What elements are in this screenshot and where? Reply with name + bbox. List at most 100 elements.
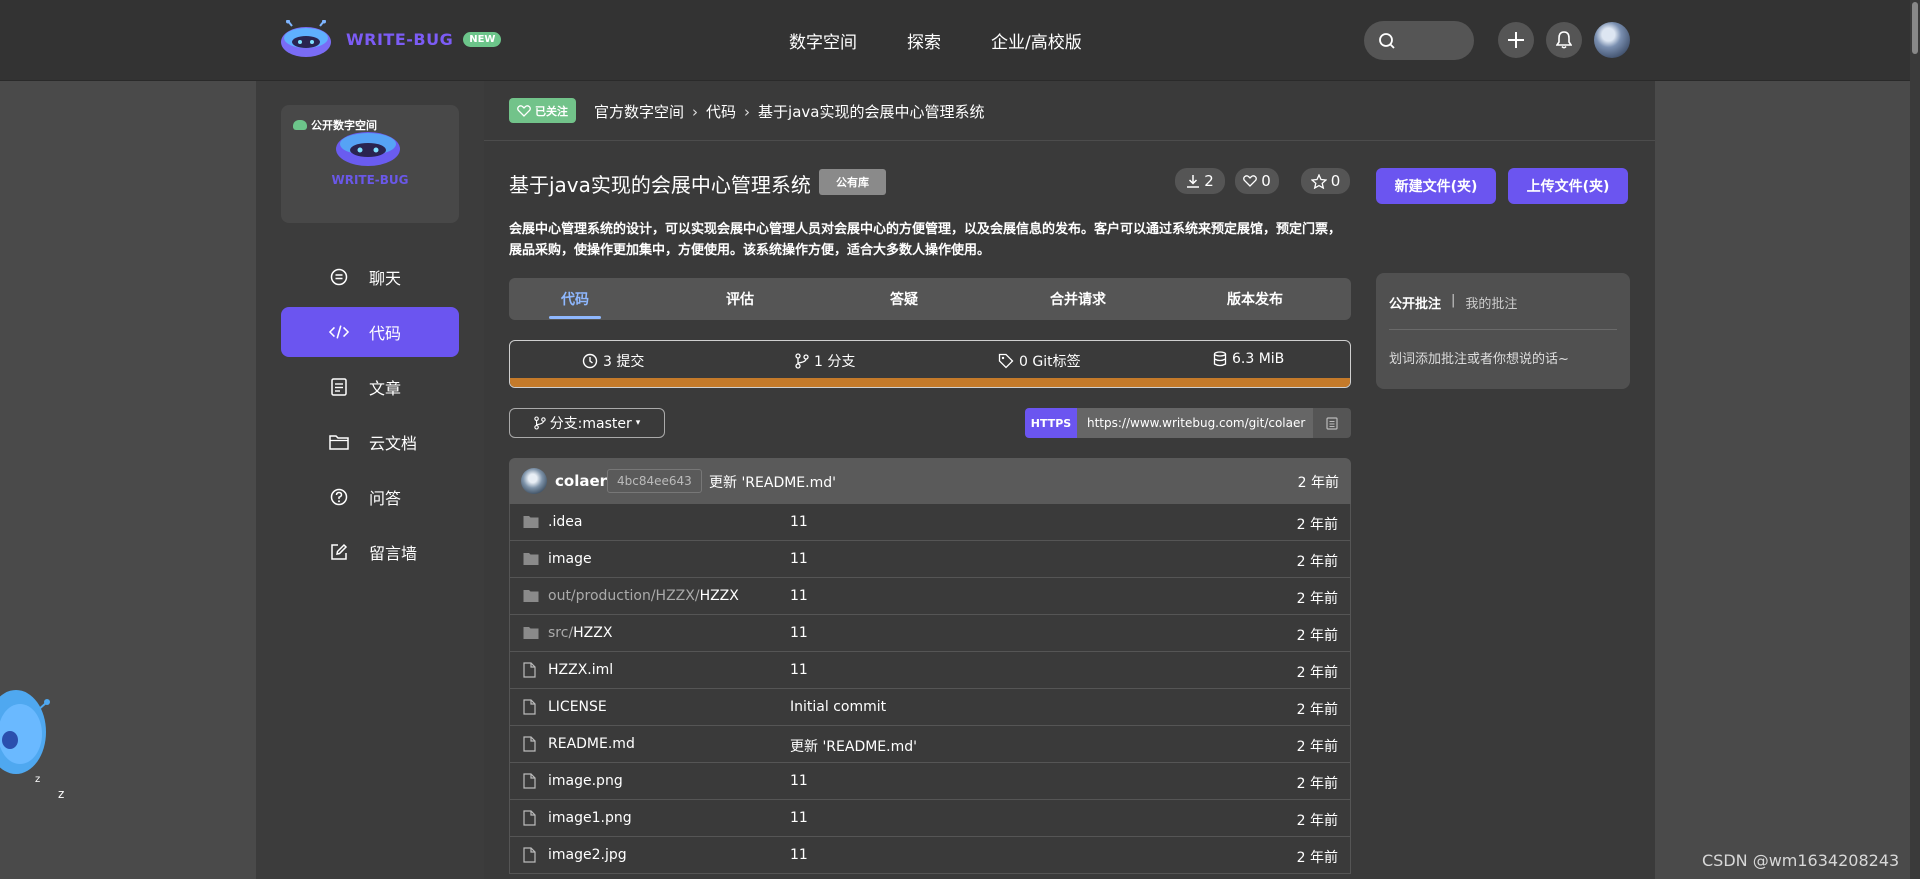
commits-stat[interactable]: 3 提交 [582,351,644,371]
download-count[interactable]: 2 [1175,168,1225,194]
tab-my-annotations[interactable]: 我的批注 [1465,293,1517,312]
commit-hash[interactable]: 4bc84ee643 [607,469,702,493]
tab-evaluation[interactable]: 评估 [674,278,806,320]
add-button[interactable] [1498,22,1534,58]
file-name[interactable]: README.md [548,736,635,752]
sleeping-mascot-icon[interactable]: z z [0,672,80,802]
file-name-label: image2.jpg [548,847,627,863]
breadcrumb-space[interactable]: 官方数字空间 [594,101,684,122]
branch-selector[interactable]: 分支:master ▾ [509,408,665,438]
heart-icon [517,104,531,117]
file-commit-message[interactable]: 11 [790,514,808,530]
language-bar [510,378,1350,387]
sidebar-item-code[interactable]: 代码 [281,307,459,357]
sidebar-item-qa[interactable]: 问答 [281,472,459,522]
search-icon [1379,33,1395,49]
left-sidebar: 公开数字空间 WRITE-BUG 聊天 代码 文章 云文档 问答 留言墙 [256,81,484,879]
sidebar-item-message-wall[interactable]: 留言墙 [281,527,459,577]
space-card[interactable]: 公开数字空间 WRITE-BUG [281,105,459,223]
repo-tabs: 代码 评估 答疑 合并请求 版本发布 [509,278,1351,320]
breadcrumb-code[interactable]: 代码 [706,101,736,122]
file-name[interactable]: src/HZZX [548,625,612,641]
notification-button[interactable] [1546,22,1582,58]
file-name[interactable]: LICENSE [548,699,607,715]
file-name[interactable]: image [548,551,592,567]
file-name[interactable]: out/production/HZZX/HZZX [548,588,739,604]
file-row[interactable]: image 11 2 年前 [509,541,1351,578]
file-commit-message[interactable]: 11 [790,773,808,789]
sidebar-item-article[interactable]: 文章 [281,362,459,412]
file-name-label: README.md [548,736,635,752]
file-row[interactable]: image1.png 11 2 年前 [509,800,1351,837]
file-row[interactable]: image2.jpg 11 2 年前 [509,837,1351,874]
last-commit-row: colaer 4bc84ee643 更新 'README.md' 2 年前 [509,458,1351,504]
file-commit-message[interactable]: 11 [790,662,808,678]
branch-label: 分支:master [549,416,632,432]
nav-explore[interactable]: 探索 [907,28,941,53]
like-value: 0 [1261,172,1271,190]
star-value: 0 [1330,172,1341,190]
search-input[interactable] [1364,21,1474,60]
file-commit-message[interactable]: 11 [790,625,808,641]
star-button[interactable]: 0 [1301,168,1350,194]
copy-icon [1326,417,1338,430]
file-commit-message[interactable]: 11 [790,810,808,826]
page-scrollbar[interactable] [1910,0,1920,879]
file-name[interactable]: image1.png [548,810,632,826]
tab-qa[interactable]: 答疑 [838,278,970,320]
branches-stat[interactable]: 1 分支 [795,351,855,371]
chat-icon [330,268,348,286]
file-row[interactable]: HZZX.iml 11 2 年前 [509,652,1351,689]
file-row[interactable]: image.png 11 2 年前 [509,763,1351,800]
branch-icon [795,353,809,369]
chevron-right-icon: › [744,102,751,121]
followed-button[interactable]: 已关注 [509,98,576,123]
clock-icon [582,353,598,369]
file-commit-message[interactable]: 更新 'README.md' [790,736,917,756]
file-name[interactable]: .idea [548,514,582,530]
file-commit-message[interactable]: 11 [790,588,808,604]
commit-message[interactable]: 更新 'README.md' [709,472,836,492]
file-row[interactable]: .idea 11 2 年前 [509,504,1351,541]
caret-down-icon: ▾ [635,418,641,428]
file-row[interactable]: LICENSE Initial commit 2 年前 [509,689,1351,726]
brand-logo[interactable]: WRITE-BUG NEW [280,20,502,58]
tab-code[interactable]: 代码 [509,278,641,320]
new-file-button[interactable]: 新建文件(夹) [1376,168,1496,204]
tab-merge-requests[interactable]: 合并请求 [1012,278,1144,320]
upload-file-button[interactable]: 上传文件(夹) [1508,168,1628,204]
tab-public-annotations[interactable]: 公开批注 [1389,293,1441,312]
annotation-panel: 公开批注 | 我的批注 划词添加批注或者你想说的话~ [1376,273,1630,389]
file-name[interactable]: image.png [548,773,623,789]
file-commit-message[interactable]: 11 [790,847,808,863]
branches-label: 1 分支 [814,354,856,370]
tags-stat[interactable]: 0 Git标签 [998,351,1081,371]
tab-releases[interactable]: 版本发布 [1189,278,1321,320]
file-row[interactable]: README.md 更新 'README.md' 2 年前 [509,726,1351,763]
file-row[interactable]: src/HZZX 11 2 年前 [509,615,1351,652]
file-name[interactable]: image2.jpg [548,847,627,863]
nav-enterprise[interactable]: 企业/高校版 [991,28,1082,53]
commit-author[interactable]: colaer [555,472,607,490]
sidebar-item-label: 代码 [369,324,402,343]
breadcrumb-repo[interactable]: 基于java实现的会展中心管理系统 [758,101,984,122]
protocol-button[interactable]: HTTPS [1025,408,1077,438]
file-name-label: image1.png [548,810,632,826]
scrollbar-thumb[interactable] [1912,2,1918,54]
user-avatar[interactable] [1594,22,1630,58]
sidebar-item-cloud-docs[interactable]: 云文档 [281,417,459,467]
file-name[interactable]: HZZX.iml [548,662,613,678]
file-commit-message[interactable]: 11 [790,551,808,567]
file-time: 2 年前 [1296,739,1338,755]
commit-author-avatar[interactable] [521,468,547,494]
copy-button[interactable] [1313,408,1351,438]
file-commit-message[interactable]: Initial commit [790,699,886,715]
sidebar-item-chat[interactable]: 聊天 [281,252,459,302]
nav-digital-space[interactable]: 数字空间 [789,28,857,53]
divider [1389,329,1617,330]
clone-url-input[interactable]: https://www.writebug.com/git/colaer [1077,408,1313,438]
like-button[interactable]: 0 [1235,168,1279,194]
breadcrumb: 官方数字空间 › 代码 › 基于java实现的会展中心管理系统 [594,101,984,122]
chevron-right-icon: › [692,102,699,121]
file-row[interactable]: out/production/HZZX/HZZX 11 2 年前 [509,578,1351,615]
